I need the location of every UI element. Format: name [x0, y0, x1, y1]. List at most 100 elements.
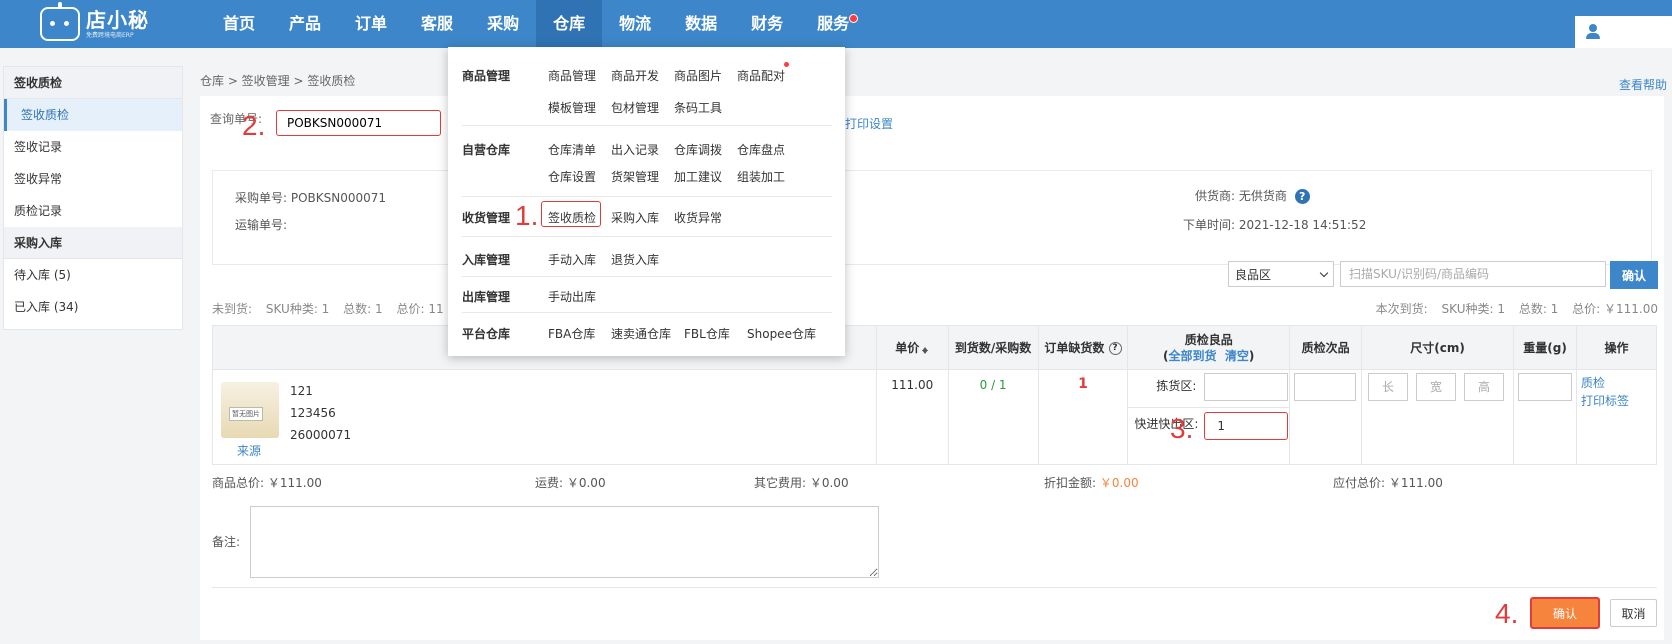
col-price[interactable]: 单价 [876, 325, 949, 370]
dd-item-aliexpress[interactable]: 速卖通仓库 [611, 325, 671, 342]
action-cell: 质检 打印标签 [1576, 369, 1657, 465]
dd-item-assembly[interactable]: 组装加工 [737, 168, 785, 185]
order-time-label: 下单时间: [1183, 218, 1236, 232]
dd-item-shopee[interactable]: Shopee仓库 [747, 325, 816, 342]
dd-item-stocktake[interactable]: 仓库盘点 [737, 141, 785, 158]
sidebar-item-pending-inbound[interactable]: 待入库 (5) [4, 259, 182, 291]
sidebar-item-qc-records[interactable]: 质检记录 [4, 195, 182, 227]
zone-select[interactable]: 良品区 [1228, 261, 1334, 287]
dd-item-warehouse-settings[interactable]: 仓库设置 [548, 168, 596, 185]
nav-warehouse[interactable]: 仓库 [536, 0, 603, 48]
dd-item-receive-exceptions[interactable]: 收货异常 [674, 209, 722, 226]
shortage-cell: 1 [1037, 369, 1129, 465]
print-label-link[interactable]: 打印标签 [1581, 392, 1652, 410]
nav-products[interactable]: 产品 [272, 0, 338, 48]
dd-separator [462, 125, 832, 126]
source-link[interactable]: 来源 [237, 442, 261, 459]
qc-link[interactable]: 质检 [1581, 374, 1652, 392]
divider [212, 587, 1657, 588]
order-time: 下单时间: 2021-12-18 14:51:52 [1183, 216, 1366, 233]
sidebar-item-receive-qc[interactable]: 签收质检 [4, 99, 182, 131]
dd-item-product-images[interactable]: 商品图片 [674, 67, 722, 84]
dd-item-io-records[interactable]: 出入记录 [611, 141, 659, 158]
nav-purchase[interactable]: 采购 [470, 0, 536, 48]
dd-item-transfer[interactable]: 仓库调拨 [674, 141, 722, 158]
payable-total: 应付总价: ￥111.00 [1333, 476, 1443, 490]
nav-services[interactable]: 服务 [800, 0, 866, 48]
help-circle-icon[interactable]: ? [1294, 189, 1310, 204]
notification-dot [784, 62, 789, 67]
breadcrumb: 仓库 > 签收管理 > 签收质检 [200, 74, 356, 88]
nav-customer-service[interactable]: 客服 [404, 0, 470, 48]
confirm-button[interactable]: 确认 [1530, 597, 1600, 629]
product-line-1: 121 [290, 384, 313, 398]
nav-data[interactable]: 数据 [668, 0, 734, 48]
logo-subtitle: 免费跨境电商ERP [86, 31, 134, 39]
sidebar-item-receive-exceptions[interactable]: 签收异常 [4, 163, 182, 195]
dd-cat-outbound: 出库管理 [462, 290, 511, 304]
po-value: POBKSN000071 [290, 191, 387, 205]
sidebar-group-purchase-inbound: 采购入库 [4, 227, 182, 259]
sort-icon [922, 344, 929, 354]
dd-item-purchase-inbound[interactable]: 采购入库 [611, 209, 659, 226]
summary-right-price: 总价: ￥111.00 [1572, 302, 1658, 316]
summary-right-total: 总数: 1 [1518, 302, 1559, 316]
nav-home[interactable]: 首页 [206, 0, 272, 48]
zone-select-value: 良品区 [1235, 267, 1272, 282]
dd-item-product-mgmt[interactable]: 商品管理 [548, 67, 596, 84]
pick-zone-label: 拣货区: [1156, 379, 1197, 393]
nav-logistics[interactable]: 物流 [602, 0, 668, 48]
size-cell: 长 宽 高 [1361, 369, 1515, 465]
sidebar-item-completed-inbound[interactable]: 已入库 (34) [4, 291, 182, 323]
all-arrived-link[interactable]: 全部到货 [1169, 349, 1217, 363]
question-icon[interactable]: ? [1108, 342, 1122, 355]
items-table: 单价 到货数/采购数 订单缺货数 ? 质检良品 (全部到货 清空) 质检次品 尺… [212, 325, 1657, 465]
help-link[interactable]: 查看帮助 [1619, 76, 1667, 93]
dd-item-manual-outbound[interactable]: 手动出库 [548, 288, 596, 305]
dd-item-warehouse-list[interactable]: 仓库清单 [548, 141, 596, 158]
dd-item-manual-inbound[interactable]: 手动入库 [548, 251, 596, 268]
remark-textarea[interactable] [250, 506, 879, 578]
summary-left-label: 未到货: [212, 302, 253, 316]
clear-link[interactable]: 清空 [1225, 349, 1249, 363]
cancel-button[interactable]: 取消 [1610, 599, 1657, 627]
dd-item-product-dev[interactable]: 商品开发 [611, 67, 659, 84]
nav-orders[interactable]: 订单 [338, 0, 404, 48]
dd-item-product-pairing[interactable]: 商品配对 [737, 67, 785, 84]
qc-good-cell: 拣货区: 快进快出区: 1 [1127, 369, 1291, 465]
pick-zone-input[interactable] [1204, 373, 1289, 401]
length-input[interactable]: 长 [1368, 373, 1409, 401]
dd-cat-product-mgmt: 商品管理 [462, 69, 511, 83]
qc-bad-input[interactable] [1294, 373, 1357, 401]
print-settings-link[interactable]: 打印设置 [845, 115, 893, 132]
top-navbar: 店小秘 免费跨境电商ERP 首页 产品 订单 客服 采购 仓库 物流 数据 财务… [0, 0, 1672, 48]
query-number-input[interactable] [276, 110, 441, 136]
table-header-row: 单价 到货数/采购数 订单缺货数 ? 质检良品 (全部到货 清空) 质检次品 尺… [212, 325, 1657, 370]
weight-cell [1513, 369, 1578, 465]
order-time-value: 2021-12-18 14:51:52 [1238, 218, 1367, 232]
dd-item-shelf-mgmt[interactable]: 货架管理 [611, 168, 659, 185]
table-row: 暂无图片 来源 121 123456 26000071 111.00 0 / 1… [212, 369, 1657, 465]
dd-item-return-inbound[interactable]: 退货入库 [611, 251, 659, 268]
weight-input[interactable] [1518, 373, 1573, 401]
logo-name: 店小秘 [86, 7, 149, 32]
fast-zone-input[interactable]: 1 [1204, 412, 1289, 440]
dd-item-barcode-tools[interactable]: 条码工具 [674, 99, 722, 116]
scan-confirm-button[interactable]: 确认 [1610, 261, 1658, 289]
summary-right-label: 本次到货: [1375, 302, 1428, 316]
po-number: 采购单号: POBKSN000071 [235, 189, 386, 206]
col-size: 尺寸(cm) [1361, 325, 1515, 370]
width-input[interactable]: 宽 [1416, 373, 1457, 401]
dd-cat-receiving: 收货管理 [462, 211, 511, 225]
sidebar-item-receive-records[interactable]: 签收记录 [4, 131, 182, 163]
height-input[interactable]: 高 [1464, 373, 1505, 401]
dd-item-fba[interactable]: FBA仓库 [548, 325, 595, 342]
user-menu[interactable] [1575, 16, 1672, 48]
dd-item-fbl[interactable]: FBL仓库 [684, 325, 730, 342]
dd-item-packaging-mgmt[interactable]: 包材管理 [611, 99, 659, 116]
logo[interactable]: 店小秘 免费跨境电商ERP [40, 2, 149, 44]
scan-input[interactable] [1340, 261, 1606, 287]
dd-item-template-mgmt[interactable]: 模板管理 [548, 99, 596, 116]
dd-item-processing-advice[interactable]: 加工建议 [674, 168, 722, 185]
nav-finance[interactable]: 财务 [734, 0, 800, 48]
